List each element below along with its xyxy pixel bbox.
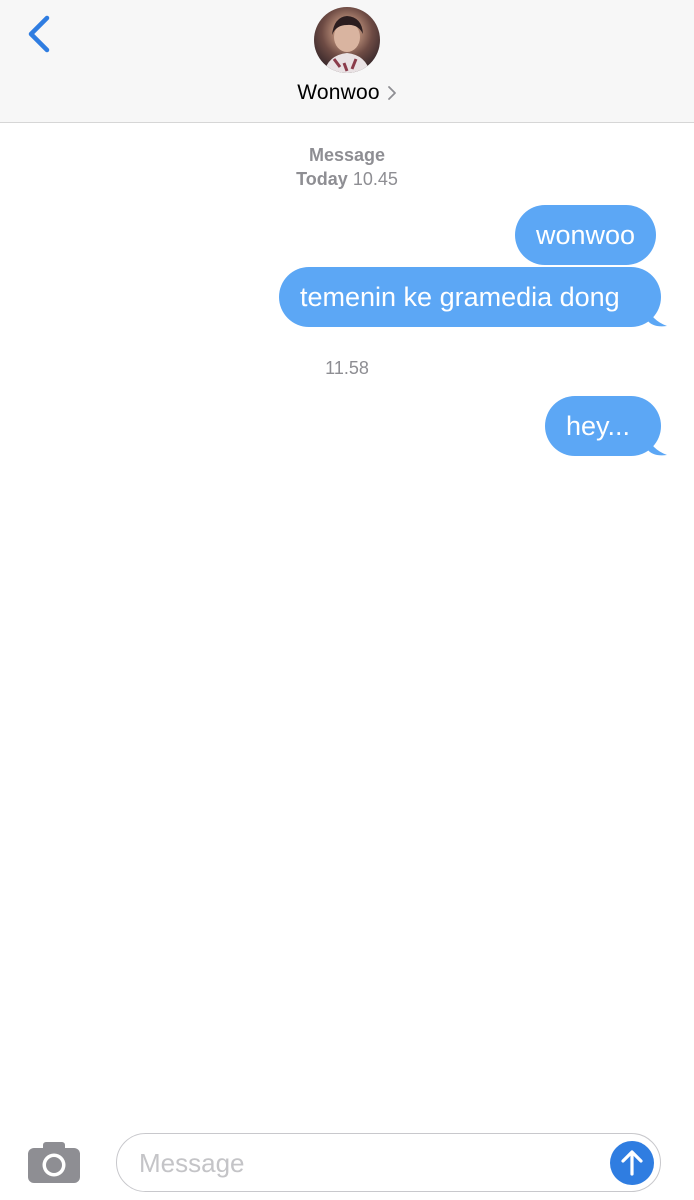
message-text: wonwoo (536, 219, 636, 250)
camera-button[interactable] (28, 1141, 80, 1183)
back-button[interactable] (22, 14, 58, 54)
send-button[interactable] (610, 1141, 654, 1185)
bubble-tail (647, 306, 667, 327)
contact-name: Wonwoo (297, 81, 380, 104)
timestamp-header: Message Today 10.45 (0, 143, 694, 191)
message-text: temenin ke gramedia dong (300, 281, 620, 312)
timestamp-label: Message (308, 145, 386, 165)
message-bubble[interactable]: wonwoo (515, 205, 657, 265)
timestamp-middle: 11.58 (325, 358, 369, 378)
camera-icon (28, 1142, 80, 1183)
timestamp-time: 10.45 (352, 169, 398, 189)
message-bubble[interactable]: hey... (545, 396, 661, 456)
message-bubble[interactable]: temenin ke gramedia dong (279, 267, 661, 327)
message-text: hey... (566, 410, 631, 441)
chevron-left-icon (28, 15, 50, 53)
avatar[interactable] (314, 7, 380, 73)
timestamp-date: Today 10.45 (0, 167, 694, 191)
arrow-up-icon (621, 1150, 643, 1176)
contact-name-button[interactable]: Wonwoo (0, 79, 694, 107)
timestamp-day: Today (296, 169, 348, 189)
chevron-right-icon (387, 86, 396, 100)
message-input[interactable] (139, 1144, 599, 1182)
message-input-container (116, 1133, 661, 1192)
conversation-header: Wonwoo (0, 0, 694, 123)
bubble-tail (647, 435, 667, 456)
